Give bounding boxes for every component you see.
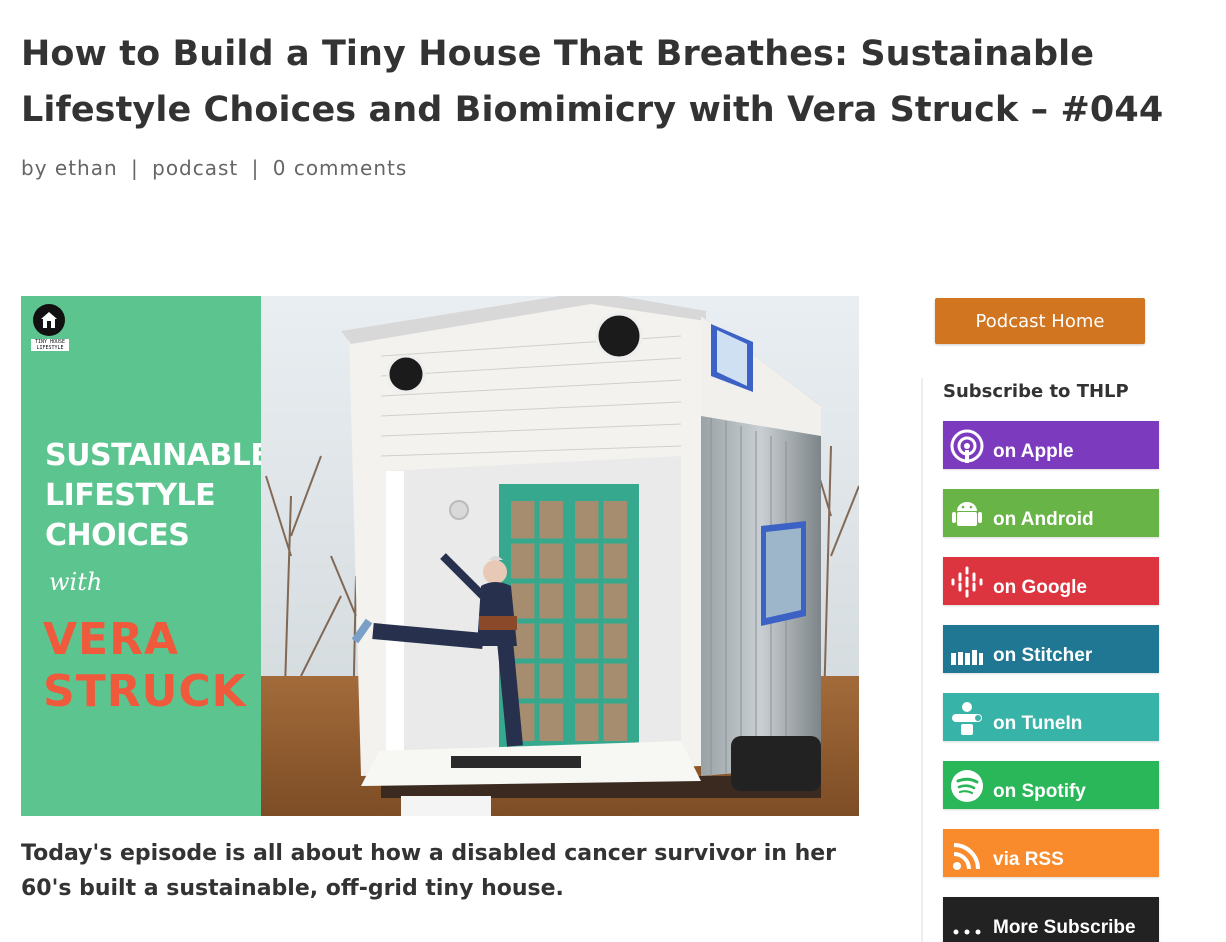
comments-link[interactable]: 0 comments <box>273 156 408 180</box>
episode-cover-panel: TINY HOUSE LIFESTYLE SUSTAINABLE LIFESTY… <box>21 296 271 816</box>
featured-image: TINY HOUSE LIFESTYLE SUSTAINABLE LIFESTY… <box>21 296 859 816</box>
more-dots-icon <box>947 905 987 939</box>
meta-separator: | <box>251 156 260 180</box>
subscribe-label: on Android <box>993 509 1094 530</box>
sidebar-divider <box>921 378 923 942</box>
episode-lead: Today's episode is all about how a disab… <box>21 841 836 901</box>
post-meta: by ethan | podcast | 0 comments <box>21 156 407 180</box>
podcast-icon <box>947 429 987 463</box>
stitcher-icon <box>947 633 987 667</box>
android-icon <box>947 497 987 531</box>
subscribe-spotify-button[interactable]: on Spotify <box>943 761 1159 809</box>
cover-guest-name: VERA STRUCK <box>43 614 247 717</box>
subscribe-tunein-button[interactable]: on TuneIn <box>943 693 1159 741</box>
subscribe-apple-button[interactable]: on Apple <box>943 421 1159 469</box>
subscribe-label: on Apple <box>993 441 1074 462</box>
subscribe-label: More Subscribe <box>993 917 1136 938</box>
subscribe-android-button[interactable]: on Android <box>943 489 1159 537</box>
subscribe-list: on Apple on Android on Google on Stitche… <box>943 421 1159 942</box>
subscribe-label: on Spotify <box>993 781 1086 802</box>
tiny-house-photo <box>261 296 859 816</box>
house-icon <box>33 304 65 336</box>
subscribe-google-button[interactable]: on Google <box>943 557 1159 605</box>
logo-wordmark: TINY HOUSE LIFESTYLE <box>31 339 69 351</box>
cover-with: with <box>49 568 103 596</box>
rss-icon <box>947 837 987 871</box>
post-title: How to Build a Tiny House That Breathes:… <box>21 34 1164 130</box>
tiny-house-lifestyle-logo: TINY HOUSE LIFESTYLE <box>31 304 69 354</box>
subscribe-label: on Stitcher <box>993 645 1093 666</box>
subscribe-label: on TuneIn <box>993 713 1083 734</box>
category-link[interactable]: podcast <box>152 156 238 180</box>
tunein-icon <box>947 701 987 735</box>
meta-separator: | <box>131 156 139 180</box>
subscribe-rss-button[interactable]: via RSS <box>943 829 1159 877</box>
subscribe-label: via RSS <box>993 849 1064 870</box>
subscribe-label: on Google <box>993 577 1087 598</box>
author-link[interactable]: ethan <box>55 156 118 180</box>
meta-by: by <box>21 156 48 180</box>
subscribe-stitcher-button[interactable]: on Stitcher <box>943 625 1159 673</box>
podcast-home-button[interactable]: Podcast Home <box>935 298 1145 344</box>
subscribe-heading: Subscribe to THLP <box>943 381 1129 402</box>
spotify-icon <box>947 769 987 803</box>
google-podcasts-icon <box>947 565 987 599</box>
subscribe-more-button[interactable]: More Subscribe <box>943 897 1159 942</box>
cover-headline: SUSTAINABLE LIFESTYLE CHOICES <box>45 438 271 553</box>
